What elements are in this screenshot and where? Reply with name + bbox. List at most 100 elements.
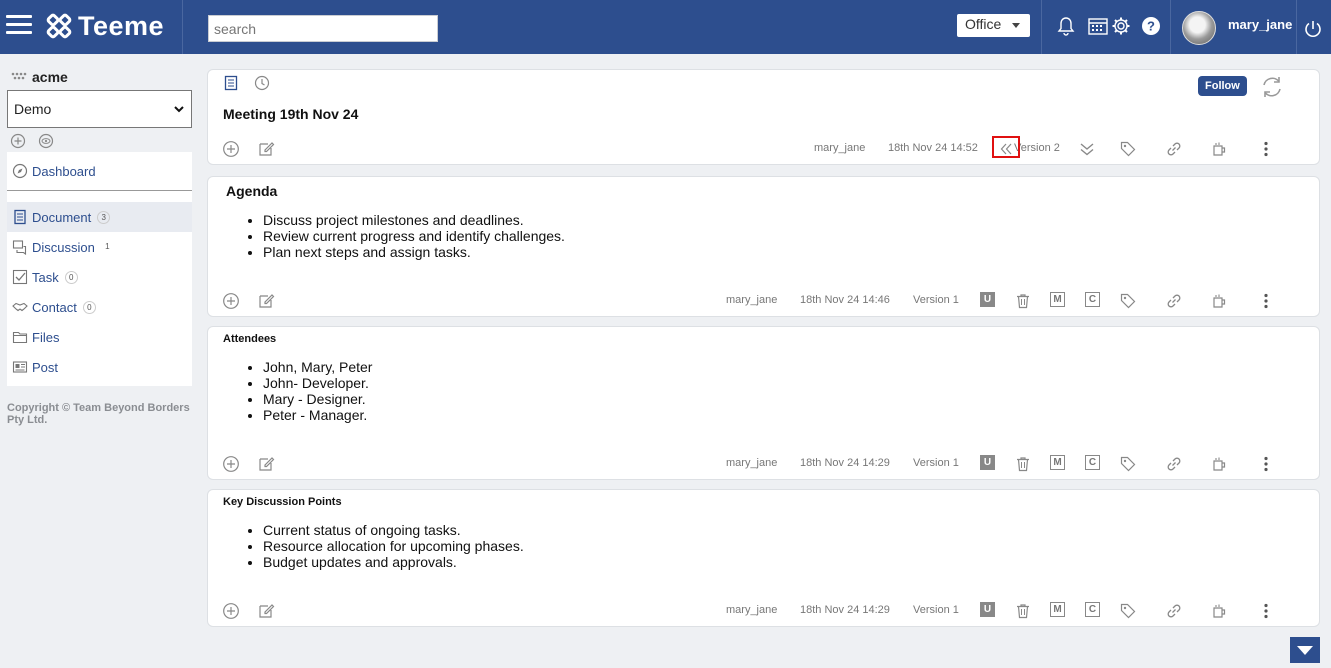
chevron-down-icon (174, 106, 184, 113)
workspace-dropdown[interactable]: Office (957, 14, 1030, 37)
handshake-icon (12, 302, 28, 312)
more-vertical-icon[interactable] (1257, 602, 1275, 620)
document-icon[interactable] (223, 75, 239, 91)
timestamp: 18th Nov 24 14:46 (800, 294, 890, 306)
mug-icon[interactable] (1210, 455, 1228, 473)
mug-icon[interactable] (1210, 140, 1228, 158)
add-icon[interactable] (222, 292, 240, 310)
c-button[interactable]: C (1085, 292, 1100, 307)
section-card-agenda: Agenda Discuss project milestones and de… (207, 176, 1320, 317)
sidebar-item-document[interactable]: Document 3 (7, 202, 192, 232)
list-item: Current status of ongoing tasks. (263, 522, 524, 538)
search-input[interactable] (208, 15, 438, 42)
edit-icon[interactable] (257, 455, 275, 473)
trash-icon[interactable] (1014, 455, 1032, 473)
list-item: John- Developer. (263, 375, 372, 391)
tag-icon[interactable] (1119, 140, 1137, 158)
help-icon[interactable]: ? (1140, 15, 1162, 37)
mug-icon[interactable] (1210, 602, 1228, 620)
power-icon[interactable] (1302, 18, 1324, 40)
trash-icon[interactable] (1014, 292, 1032, 310)
version-label: Version 1 (913, 604, 959, 616)
u-button[interactable]: U (980, 292, 995, 307)
highlight-box (992, 136, 1020, 158)
nav-divider (7, 190, 192, 191)
sidebar-item-label: Files (32, 329, 60, 345)
section-card-key-discussion-points: Key Discussion Points Current status of … (207, 489, 1320, 627)
space-select[interactable]: Demo (7, 90, 192, 128)
u-button[interactable]: U (980, 602, 995, 617)
tag-icon[interactable] (1119, 602, 1137, 620)
version-label: Version 2 (1014, 142, 1060, 154)
add-icon[interactable] (222, 455, 240, 473)
gear-icon[interactable] (1110, 15, 1132, 37)
link-icon[interactable] (1165, 455, 1183, 473)
trash-icon[interactable] (1014, 602, 1032, 620)
sidebar-item-label: Post (32, 359, 59, 375)
document-toolbar: mary_jane 18th Nov 24 14:52 Version 2 (208, 138, 1319, 160)
edit-icon[interactable] (257, 140, 275, 158)
app-name: Teeme (78, 10, 165, 41)
document-header-card: Follow Meeting 19th Nov 24 mary_jane 18t… (207, 69, 1320, 165)
compass-icon (12, 163, 28, 179)
timestamp: 18th Nov 24 14:29 (800, 604, 890, 616)
timestamp: 18th Nov 24 14:52 (888, 142, 978, 154)
header-divider (1296, 0, 1297, 54)
c-button[interactable]: C (1085, 455, 1100, 470)
section-list: John, Mary, Peter John- Developer. Mary … (263, 359, 372, 423)
double-chevron-down-icon[interactable] (1078, 140, 1096, 158)
sidebar-item-discussion[interactable]: Discussion 1 (7, 232, 192, 262)
space-label: Demo (14, 101, 52, 117)
avatar[interactable] (1182, 11, 1216, 45)
tag-icon[interactable] (1119, 292, 1137, 310)
u-button[interactable]: U (980, 455, 995, 470)
sidebar-item-label: Document (32, 209, 92, 225)
tag-icon[interactable] (1119, 455, 1137, 473)
view-space-icon[interactable] (38, 133, 54, 149)
list-item: Discuss project milestones and deadlines… (263, 212, 565, 228)
m-button[interactable]: M (1050, 602, 1065, 617)
sidebar-item-label: Dashboard (32, 163, 96, 179)
list-item: Resource allocation for upcoming phases. (263, 538, 524, 554)
link-icon[interactable] (1165, 140, 1183, 158)
sidebar-item-task[interactable]: Task 0 (7, 262, 192, 292)
more-vertical-icon[interactable] (1257, 292, 1275, 310)
edit-icon[interactable] (257, 602, 275, 620)
link-icon[interactable] (1165, 602, 1183, 620)
sidebar-item-post[interactable]: Post (7, 352, 192, 382)
section-title: Attendees (223, 333, 277, 345)
chat-bubbles-icon (12, 240, 27, 255)
username[interactable]: mary_jane (1228, 17, 1292, 32)
list-item: Budget updates and approvals. (263, 554, 524, 570)
newspaper-icon (12, 361, 28, 373)
author-name: mary_jane (726, 294, 778, 306)
add-icon[interactable] (222, 140, 240, 158)
hamburger-menu-icon[interactable] (6, 12, 32, 38)
list-item: Peter - Manager. (263, 407, 372, 423)
sidebar-item-label: Discussion (32, 239, 95, 255)
header-divider (1170, 0, 1171, 54)
bell-icon[interactable] (1055, 15, 1077, 37)
link-icon[interactable] (1165, 292, 1183, 310)
sidebar-item-files[interactable]: Files (7, 322, 192, 352)
scroll-down-button[interactable] (1290, 637, 1320, 663)
more-vertical-icon[interactable] (1257, 455, 1275, 473)
m-button[interactable]: M (1050, 455, 1065, 470)
calendar-icon[interactable] (1087, 15, 1109, 37)
app-logo[interactable]: Teeme (46, 10, 164, 42)
section-toolbar: mary_jane 18th Nov 24 14:29 Version 1 U … (208, 453, 1319, 475)
mug-icon[interactable] (1210, 292, 1228, 310)
history-clock-icon[interactable] (254, 75, 270, 91)
sidebar-item-contact[interactable]: Contact 0 (7, 292, 192, 322)
m-button[interactable]: M (1050, 292, 1065, 307)
sidebar-item-dashboard[interactable]: Dashboard (7, 156, 192, 186)
add-space-icon[interactable] (10, 133, 26, 149)
add-icon[interactable] (222, 602, 240, 620)
more-vertical-icon[interactable] (1257, 140, 1275, 158)
follow-button[interactable]: Follow (1198, 76, 1247, 96)
c-button[interactable]: C (1085, 602, 1100, 617)
author-name: mary_jane (726, 457, 778, 469)
document-icon (14, 209, 26, 225)
edit-icon[interactable] (257, 292, 275, 310)
refresh-icon[interactable] (1259, 74, 1285, 100)
